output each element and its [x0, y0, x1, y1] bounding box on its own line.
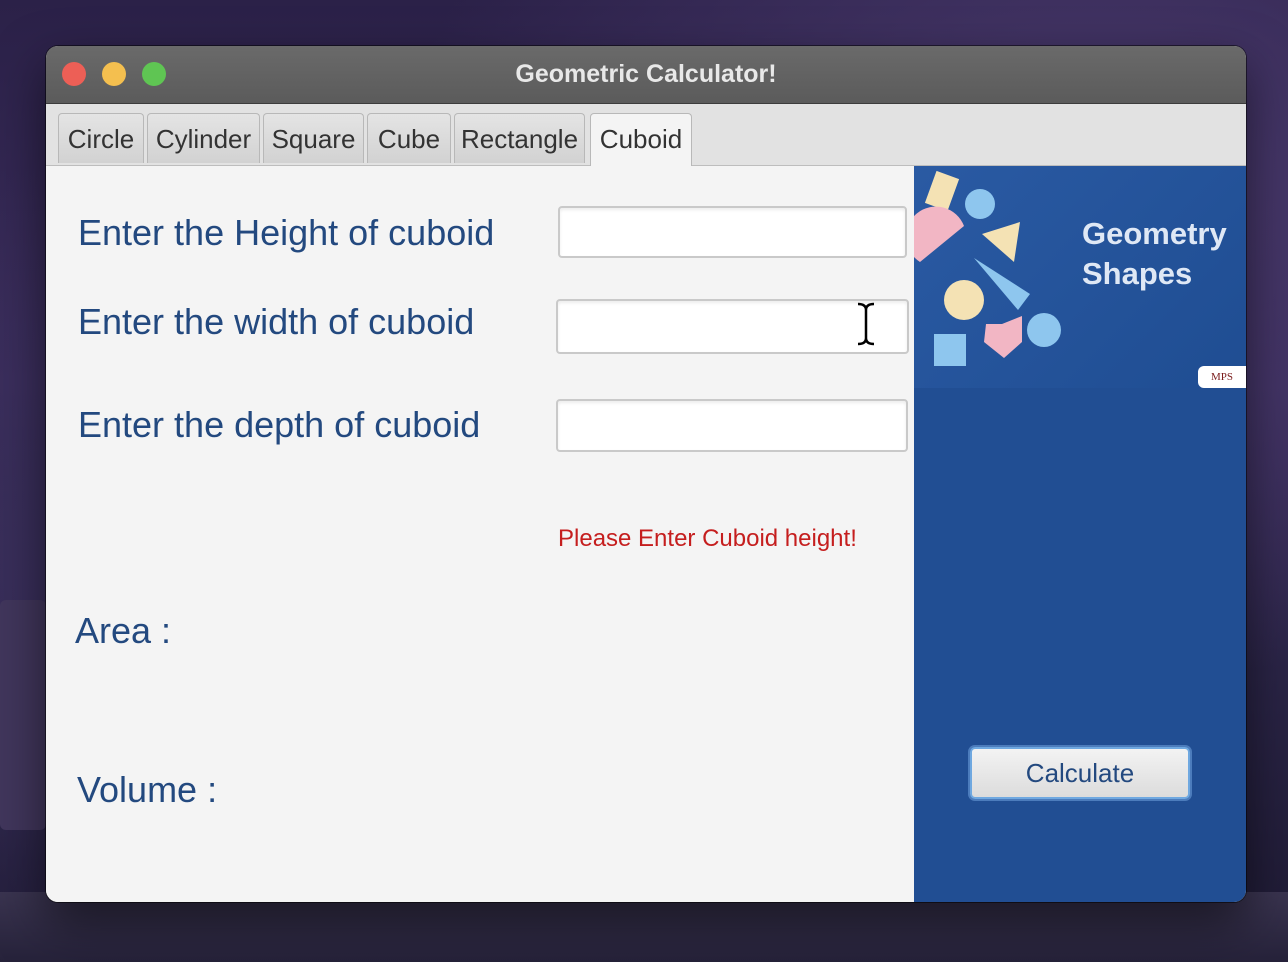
calculate-button[interactable]: Calculate — [970, 747, 1190, 799]
side-panel: Geometry Shapes MPS Calculate — [914, 166, 1246, 902]
shapes-illustration — [914, 170, 1061, 366]
area-label: Area : — [75, 610, 172, 651]
height-label: Enter the Height of cuboid — [78, 212, 495, 253]
tab-cuboid[interactable]: Cuboid — [590, 113, 692, 166]
tab-square[interactable]: Square — [263, 113, 364, 163]
depth-label: Enter the depth of cuboid — [78, 404, 481, 445]
height-input[interactable] — [558, 206, 907, 258]
banner-title-line2: Shapes — [1082, 256, 1193, 291]
tab-cylinder[interactable]: Cylinder — [147, 113, 260, 163]
shape-tab-bar: Circle Cylinder Square Cube Rectangle Cu… — [46, 104, 1246, 166]
banner-title: Geometry Shapes — [1082, 214, 1227, 294]
validation-error-message: Please Enter Cuboid height! — [558, 525, 857, 552]
brand-logo: MPS — [1198, 366, 1246, 388]
desktop-lamp — [0, 600, 46, 830]
title-bar: Geometric Calculator! — [46, 46, 1246, 104]
text-cursor-icon — [857, 302, 875, 346]
geometry-shapes-banner: Geometry Shapes MPS — [914, 166, 1246, 388]
tab-cube[interactable]: Cube — [367, 113, 451, 163]
desktop-background — [0, 892, 1288, 962]
cuboid-form-panel: Enter the Height of cuboid Enter the wid… — [46, 166, 914, 902]
banner-title-line1: Geometry — [1082, 216, 1227, 251]
volume-label: Volume : — [77, 769, 218, 810]
depth-input[interactable] — [556, 399, 908, 452]
width-label: Enter the width of cuboid — [78, 301, 475, 342]
tab-circle[interactable]: Circle — [58, 113, 144, 163]
tab-rectangle[interactable]: Rectangle — [454, 113, 585, 163]
window-title: Geometric Calculator! — [515, 60, 777, 88]
app-window: Geometric Calculator! Circle Cylinder Sq… — [46, 46, 1246, 902]
